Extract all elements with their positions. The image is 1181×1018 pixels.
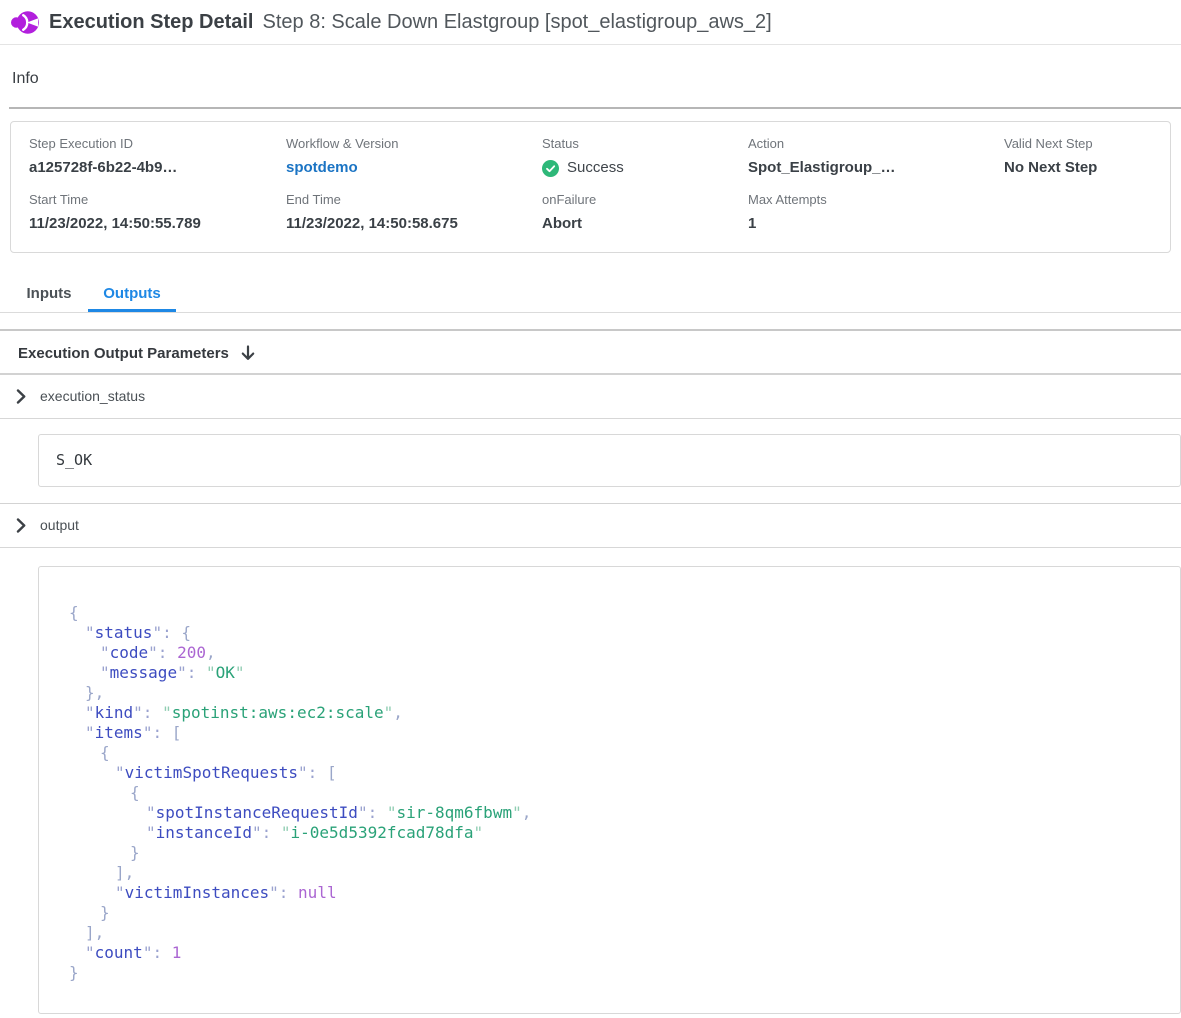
param-row-execution-status[interactable]: execution_status xyxy=(0,375,1181,419)
code-line: } xyxy=(39,903,1160,923)
output-code-block: {"status": {"code": 200,"message": "OK"}… xyxy=(38,566,1181,1014)
chevron-right-icon[interactable] xyxy=(16,518,26,533)
code-line: "items": [ xyxy=(39,723,1160,743)
page-header: Execution Step Detail Step 8: Scale Down… xyxy=(0,0,1181,45)
code-line: } xyxy=(39,843,1160,863)
code-line: { xyxy=(39,783,1160,803)
info-field-max-attempts: Max Attempts 1 xyxy=(748,192,1004,234)
execution-status-value: S_OK xyxy=(38,434,1181,487)
code-line: { xyxy=(39,603,1160,623)
code-line: ], xyxy=(39,923,1160,943)
field-value: 11/23/2022, 14:50:58.675 xyxy=(286,214,542,234)
param-name: output xyxy=(40,517,79,533)
info-field-action: Action Spot_Elastigroup_… xyxy=(748,136,1004,178)
divider xyxy=(9,107,1181,109)
tab-inputs[interactable]: Inputs xyxy=(10,277,88,312)
field-label: Valid Next Step xyxy=(1004,136,1170,152)
execution-status-section: S_OK xyxy=(0,419,1181,504)
status-text: Success xyxy=(567,158,624,178)
output-parameters-title: Execution Output Parameters xyxy=(18,345,229,362)
code-line: "count": 1 xyxy=(39,943,1160,963)
success-check-icon xyxy=(542,160,559,177)
param-name: execution_status xyxy=(40,388,145,404)
info-field-start-time: Start Time 11/23/2022, 14:50:55.789 xyxy=(29,192,286,234)
code-line: "spotInstanceRequestId": "sir-8qm6fbwm", xyxy=(39,803,1160,823)
param-row-output[interactable]: output xyxy=(0,504,1181,548)
field-value: 11/23/2022, 14:50:55.789 xyxy=(29,214,286,234)
code-line: "victimSpotRequests": [ xyxy=(39,763,1160,783)
field-label: Max Attempts xyxy=(748,192,1004,208)
field-value: Abort xyxy=(542,214,748,234)
field-label: Action xyxy=(748,136,1004,152)
field-value: Spot_Elastigroup_… xyxy=(748,158,1004,178)
field-label: onFailure xyxy=(542,192,748,208)
info-section-title: Info xyxy=(12,70,1181,88)
code-line: "message": "OK" xyxy=(39,663,1160,683)
field-label: End Time xyxy=(286,192,542,208)
app-logo-icon xyxy=(11,9,39,36)
code-line: "kind": "spotinst:aws:ec2:scale", xyxy=(39,703,1160,723)
field-value: 1 xyxy=(748,214,1004,234)
code-line: } xyxy=(39,963,1160,983)
code-line: "status": { xyxy=(39,623,1160,643)
code-line: ], xyxy=(39,863,1160,883)
info-field-status: Status Success xyxy=(542,136,748,178)
output-parameters-header: Execution Output Parameters xyxy=(0,331,1181,375)
info-card: Step Execution ID a125728f-6b22-4b9… Wor… xyxy=(10,121,1171,253)
field-label: Status xyxy=(542,136,748,152)
step-title: Step 8: Scale Down Elastgroup [spot_elas… xyxy=(263,11,772,34)
field-value: No Next Step xyxy=(1004,158,1170,178)
info-field-step-execution-id: Step Execution ID a125728f-6b22-4b9… xyxy=(29,136,286,178)
info-field-workflow-version: Workflow & Version spotdemo xyxy=(286,136,542,178)
field-label: Workflow & Version xyxy=(286,136,542,152)
info-field-onfailure: onFailure Abort xyxy=(542,192,748,234)
code-line: "code": 200, xyxy=(39,643,1160,663)
code-line: "victimInstances": null xyxy=(39,883,1160,903)
code-line: }, xyxy=(39,683,1160,703)
field-label: Start Time xyxy=(29,192,286,208)
field-value: a125728f-6b22-4b9… xyxy=(29,158,286,178)
code-line: "instanceId": "i-0e5d5392fcad78dfa" xyxy=(39,823,1160,843)
tab-outputs[interactable]: Outputs xyxy=(88,277,176,312)
tab-bar: Inputs Outputs xyxy=(0,277,1181,313)
chevron-right-icon[interactable] xyxy=(16,389,26,404)
info-field-valid-next-step: Valid Next Step No Next Step xyxy=(1004,136,1170,178)
down-arrow-icon[interactable] xyxy=(241,345,255,361)
output-code-section: {"status": {"code": 200,"message": "OK"}… xyxy=(0,548,1181,1014)
status-badge: Success xyxy=(542,158,748,178)
info-field-end-time: End Time 11/23/2022, 14:50:58.675 xyxy=(286,192,542,234)
field-label: Step Execution ID xyxy=(29,136,286,152)
workflow-link[interactable]: spotdemo xyxy=(286,158,542,178)
page-title: Execution Step Detail xyxy=(49,11,254,34)
code-line: { xyxy=(39,743,1160,763)
